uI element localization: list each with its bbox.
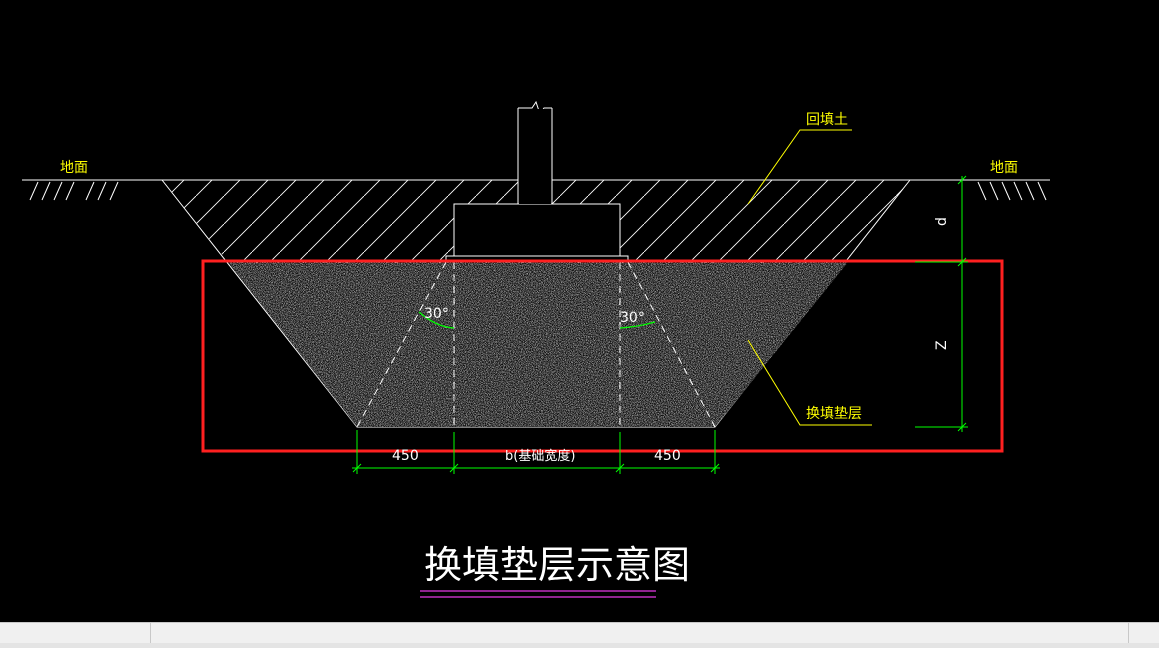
angle-label-right: 30° — [620, 310, 645, 326]
angle-label-left: 30° — [424, 306, 449, 322]
dim-label-right: 450 — [654, 448, 681, 464]
status-bar — [0, 622, 1159, 648]
ground-label-left: 地面 — [60, 160, 88, 176]
dim-label-d: d — [934, 217, 950, 226]
status-strip — [0, 643, 1159, 648]
ground-line-left — [22, 179, 162, 201]
cad-drawing-canvas[interactable]: 30° 30° 450 b(基础宽度) 450 d Z 地面 地面 回填土 换填… — [0, 0, 1159, 622]
dim-label-z: Z — [934, 340, 950, 350]
backfill-label: 回填土 — [806, 112, 848, 128]
ground-label-right: 地面 — [990, 160, 1018, 176]
cushion-label: 换填垫层 — [806, 405, 862, 422]
dim-label-left: 450 — [392, 448, 419, 464]
column — [517, 100, 553, 204]
ground-line-right — [910, 179, 1050, 201]
cushion-layer-fill — [228, 262, 848, 427]
dim-label-center: b(基础宽度) — [505, 448, 575, 464]
foundation-footing — [453, 203, 621, 257]
drawing-title: 换填垫层示意图 — [424, 543, 690, 587]
dimension-vertical — [915, 175, 968, 432]
